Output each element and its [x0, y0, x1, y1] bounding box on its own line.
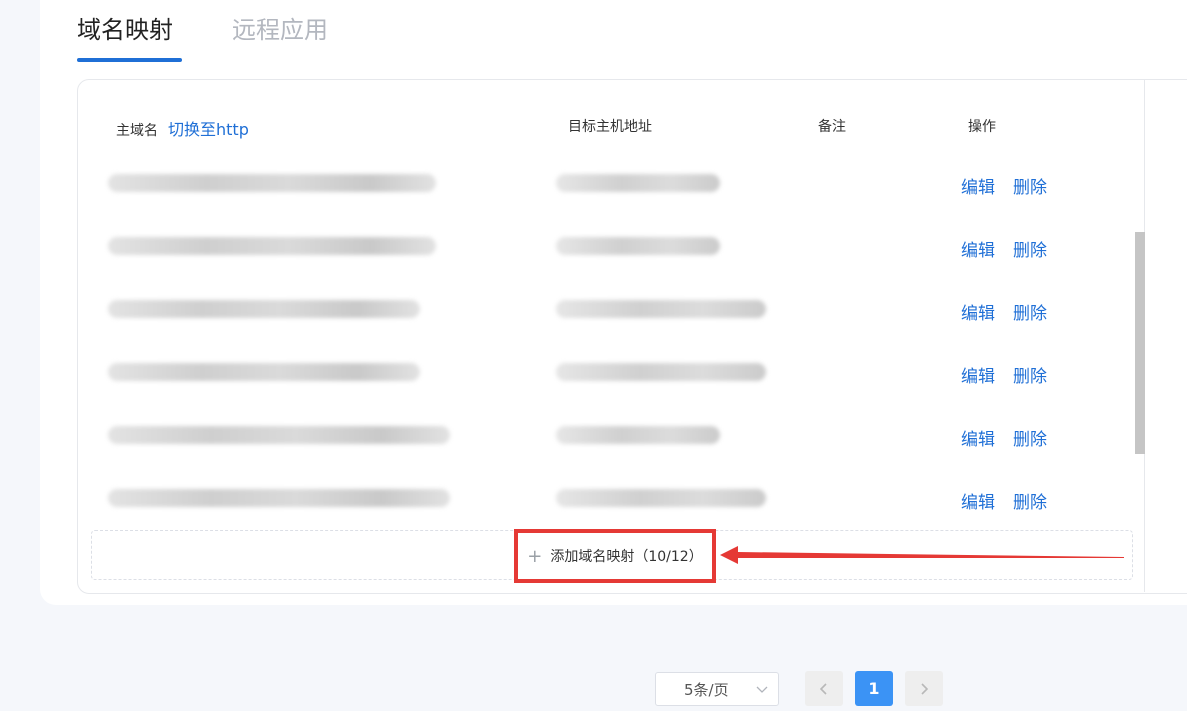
tab-remote-apps[interactable]: 远程应用 — [232, 10, 328, 45]
chevron-right-icon — [921, 682, 929, 695]
column-header-remark: 备注 — [818, 119, 846, 135]
main-domain-label: 主域名 — [116, 123, 158, 139]
chevron-left-icon — [819, 682, 827, 695]
redacted-domain — [108, 489, 450, 507]
switch-protocol-link[interactable]: 切换至http — [168, 120, 249, 139]
redacted-domain — [108, 363, 420, 381]
edit-link[interactable]: 编辑 — [961, 299, 995, 324]
edit-link[interactable]: 编辑 — [961, 488, 995, 513]
table-row: 编辑 删除 — [100, 351, 1110, 391]
edit-link[interactable]: 编辑 — [961, 425, 995, 450]
delete-link[interactable]: 删除 — [1013, 299, 1047, 324]
active-tab-indicator — [77, 58, 182, 62]
table-row: 编辑 删除 — [100, 162, 1110, 202]
page-number-current[interactable]: 1 — [855, 671, 893, 706]
delete-link[interactable]: 删除 — [1013, 488, 1047, 513]
redacted-target-host — [556, 237, 720, 255]
column-header-actions: 操作 — [968, 119, 996, 135]
plus-icon: + — [527, 545, 543, 567]
table-scrollbar[interactable] — [1135, 232, 1145, 454]
arrow-annotation-icon — [720, 546, 1124, 564]
chevron-down-icon — [756, 686, 768, 693]
table-row: 编辑 删除 — [100, 477, 1110, 517]
edit-link[interactable]: 编辑 — [961, 362, 995, 387]
edit-link[interactable]: 编辑 — [961, 236, 995, 261]
redacted-domain — [108, 426, 450, 444]
redacted-target-host — [556, 426, 720, 444]
redacted-target-host — [556, 363, 766, 381]
page-size-select[interactable]: 5条/页 — [655, 672, 779, 706]
prev-page-button[interactable] — [805, 671, 843, 706]
column-header-target-host: 目标主机地址 — [568, 119, 652, 135]
table-row: 编辑 删除 — [100, 225, 1110, 265]
redacted-domain — [108, 237, 436, 255]
next-page-button[interactable] — [905, 671, 943, 706]
redacted-target-host — [556, 489, 766, 507]
column-header-main-domain: 主域名 切换至http — [116, 116, 249, 140]
redacted-domain — [108, 174, 436, 192]
edit-link[interactable]: 编辑 — [961, 173, 995, 198]
redacted-domain — [108, 300, 420, 318]
page-size-value: 5条/页 — [684, 680, 729, 699]
delete-link[interactable]: 删除 — [1013, 173, 1047, 198]
redacted-target-host — [556, 300, 766, 318]
tab-domain-mapping[interactable]: 域名映射 — [77, 10, 173, 45]
delete-link[interactable]: 删除 — [1013, 362, 1047, 387]
redacted-target-host — [556, 174, 720, 192]
delete-link[interactable]: 删除 — [1013, 236, 1047, 261]
add-domain-mapping-label: 添加域名映射（10/12） — [550, 549, 703, 565]
table-row: 编辑 删除 — [100, 414, 1110, 454]
add-domain-mapping-button[interactable]: + 添加域名映射（10/12） — [514, 529, 716, 583]
delete-link[interactable]: 删除 — [1013, 425, 1047, 450]
table-row: 编辑 删除 — [100, 288, 1110, 328]
